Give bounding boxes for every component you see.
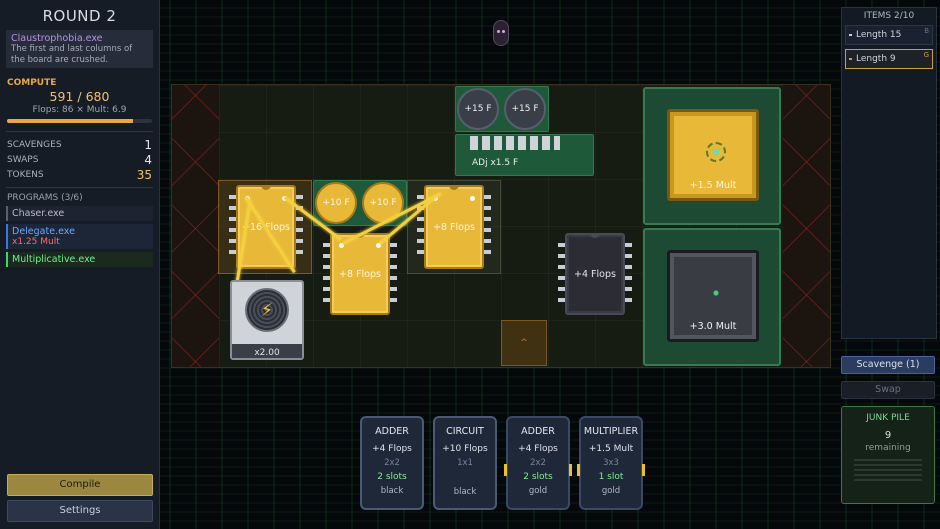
stat-scavenges: SCAVENGES 1 — [0, 137, 159, 152]
crushed-column-right — [783, 85, 830, 367]
junk-title: JUNK PILE — [866, 413, 910, 423]
compute-progress-fill — [7, 119, 133, 123]
cpu-chip: +1.5 Mult — [667, 109, 759, 201]
resistor-strip — [470, 136, 560, 150]
program-name: Chaser.exe — [12, 208, 65, 219]
cpu-chip: +3.0 Mult — [667, 250, 759, 342]
capacitor-15f[interactable]: +15 F — [457, 88, 499, 130]
programs-header: PROGRAMS (3/6) — [7, 193, 83, 203]
program-effect: x1.25 Mult — [12, 237, 60, 247]
item-key: G — [923, 51, 929, 59]
hand-card-adder-gold[interactable]: ADDER +4 Flops 2x2 2 slots gold — [504, 416, 572, 510]
stat-label: SWAPS — [7, 154, 39, 165]
item-label: Length 9 — [856, 54, 896, 64]
items-header: ITEMS 2/10 — [863, 11, 915, 21]
compute-progress — [7, 119, 152, 123]
junk-stack-icon — [854, 459, 922, 481]
divider — [6, 187, 153, 188]
capacitor-15f[interactable]: +15 F — [504, 88, 546, 130]
program-name: Multiplicative.exe — [12, 254, 96, 265]
item-length-15[interactable]: Length 15 B — [845, 25, 933, 45]
program-multiplicative[interactable]: Multiplicative.exe — [6, 252, 153, 267]
psu-multiplier: x2.00 — [254, 348, 280, 358]
item-label: Length 15 — [856, 30, 902, 40]
hand-card-circuit[interactable]: CIRCUIT +10 Flops 1x1 black — [433, 416, 497, 510]
hand-card-adder[interactable]: ADDER +4 Flops 2x2 2 slots black — [360, 416, 424, 510]
chip-label: +8 Flops — [433, 221, 475, 233]
junk-remaining: remaining — [865, 443, 911, 453]
compute-value: 591 / 680 — [49, 89, 110, 104]
stat-value: 35 — [136, 167, 152, 182]
stat-value: 1 — [144, 137, 152, 152]
round-modifier: Claustrophobia.exe The first and last co… — [6, 30, 153, 68]
cpu-socket-dark[interactable]: +3.0 Mult — [643, 228, 781, 366]
modifier-description: The first and last columns of the board … — [11, 44, 133, 65]
core-icon — [706, 283, 726, 303]
mascot-icon — [493, 20, 509, 46]
scavenge-button[interactable]: Scavenge (1) — [841, 356, 935, 374]
hand-card-multiplier[interactable]: MULTIPLIER +1.5 Mult 3x3 1 slot gold — [577, 416, 645, 510]
chip-4-flops[interactable]: +4 Flops — [558, 233, 632, 315]
stat-swaps: SWAPS 4 — [0, 152, 159, 167]
compute-label: COMPUTE — [7, 78, 57, 88]
stat-value: 4 — [144, 152, 152, 167]
settings-button[interactable]: Settings — [7, 500, 153, 522]
program-name: Delegate.exe — [12, 226, 75, 237]
cpu-label: +1.5 Mult — [689, 179, 737, 191]
capacitor-10f[interactable]: +10 F — [362, 182, 404, 224]
stat-label: SCAVENGES — [7, 139, 62, 150]
chip-label: +4 Flops — [574, 268, 616, 280]
round-title: ROUND 2 — [42, 7, 117, 25]
junk-pile[interactable]: JUNK PILE 9 remaining — [841, 406, 935, 504]
stat-tokens: TOKENS 35 — [0, 167, 159, 182]
stat-label: TOKENS — [7, 169, 44, 180]
chip-label: +8 Flops — [339, 268, 381, 280]
capacitor-10f[interactable]: +10 F — [315, 182, 357, 224]
items-panel: ITEMS 2/10 Length 15 B Length 9 G — [841, 7, 937, 339]
divider — [6, 131, 153, 132]
item-length-9[interactable]: Length 9 G — [845, 49, 933, 69]
modifier-name: Claustrophobia.exe — [11, 33, 103, 44]
program-chaser[interactable]: Chaser.exe — [6, 206, 153, 221]
junk-count: 9 — [884, 430, 892, 441]
compute-detail: Flops: 86 × Mult: 6.9 — [32, 105, 127, 115]
crushed-column-left — [172, 85, 219, 367]
power-supply[interactable]: ⚡ x2.00 — [230, 280, 304, 360]
adjacency-label: ADj x1.5 F — [472, 158, 519, 168]
program-delegate[interactable]: Delegate.exe x1.25 Mult — [6, 224, 153, 249]
sun-icon — [706, 142, 726, 162]
cpu-label: +3.0 Mult — [689, 320, 737, 332]
empty-slot[interactable]: ^ — [501, 320, 547, 366]
left-sidebar: ROUND 2 Claustrophobia.exe The first and… — [0, 0, 160, 529]
compute-panel: COMPUTE 591 / 680 Flops: 86 × Mult: 6.9 — [0, 75, 159, 126]
item-key: B — [924, 27, 929, 35]
lightning-icon: ⚡ — [260, 299, 274, 321]
compile-button[interactable]: Compile — [7, 474, 153, 496]
swap-button[interactable]: Swap — [841, 381, 935, 399]
chip-8-flops[interactable]: +8 Flops — [323, 233, 397, 315]
cpu-socket-gold[interactable]: +1.5 Mult — [643, 87, 781, 225]
